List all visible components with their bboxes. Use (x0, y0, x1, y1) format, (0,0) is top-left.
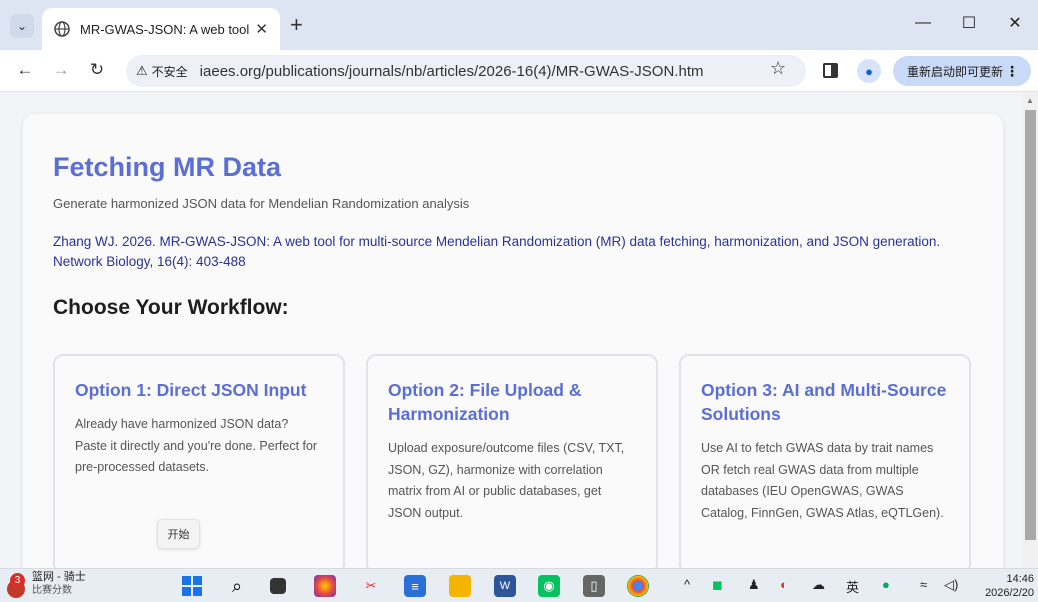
tray-app-icon[interactable]: ◐ (780, 577, 788, 592)
snipping-tool-icon[interactable]: ✂ (360, 575, 382, 597)
ime-indicator[interactable]: 英 (846, 577, 859, 596)
warning-triangle-icon: ⚠ (136, 63, 148, 78)
tab-title: MR-GWAS-JSON: A web tool for multi-sourc… (80, 21, 252, 37)
windows-taskbar: 3 篮网 - 骑士 比赛分数 ⌕ ✂ ≡ W ◉ ▯ ^ ◼ ♟ ◐ ☁ 英 ●… (0, 568, 1038, 602)
security-label: 不安全 (151, 64, 188, 79)
reload-icon[interactable]: ↻ (86, 60, 108, 80)
citation-text: Zhang WJ. 2026. MR-GWAS-JSON: A web tool… (53, 234, 941, 269)
option-title: Option 2: File Upload & Harmonization (388, 380, 582, 424)
menu-dots-icon[interactable]: ⋮ (1005, 63, 1019, 80)
widget-text: 篮网 - 骑士 比赛分数 (32, 571, 86, 597)
file-explorer-icon[interactable] (449, 575, 471, 597)
widget-icon: 3 (6, 571, 28, 599)
page-title: Fetching MR Data (53, 152, 282, 182)
update-button[interactable]: 重新启动即可更新 ⋮ (893, 56, 1031, 86)
page-viewport: Fetching MR Data Generate harmonized JSO… (0, 92, 1022, 568)
option-title: Option 1: Direct JSON Input (75, 380, 307, 400)
scroll-up-arrow-icon[interactable]: ▲ (1026, 96, 1034, 105)
forward-arrow-icon[interactable]: → (50, 60, 72, 80)
notepad-icon[interactable]: ≡ (404, 575, 426, 597)
word-icon[interactable]: W (494, 575, 516, 597)
chrome-icon[interactable] (627, 575, 649, 597)
widget-subtitle: 比赛分数 (32, 585, 72, 596)
wechat-icon[interactable]: ◉ (538, 575, 560, 597)
option-card-file-upload[interactable]: Option 2: File Upload & Harmonization Up… (366, 354, 658, 568)
page-subtitle: Generate harmonized JSON data for Mendel… (53, 196, 470, 211)
task-view-icon[interactable] (270, 578, 286, 594)
start-menu-icon[interactable] (181, 575, 203, 597)
news-widget[interactable]: 3 篮网 - 骑士 比赛分数 (6, 571, 86, 599)
maximize-icon[interactable]: ☐ (946, 0, 992, 46)
clock-date: 2026/2/20 (985, 587, 1034, 599)
start-tooltip: 开始 (157, 519, 200, 549)
url-text[interactable]: iaees.org/publications/journals/nb/artic… (200, 63, 704, 80)
tray-qq-icon[interactable]: ♟ (748, 577, 760, 593)
tray-wechat-icon[interactable]: ◼ (712, 577, 723, 593)
workflow-heading: Choose Your Workflow: (53, 296, 289, 319)
back-arrow-icon[interactable]: ← (14, 60, 36, 80)
window-controls: — ☐ ✕ (900, 0, 1038, 40)
app-phone-icon[interactable]: ▯ (583, 575, 605, 597)
globe-icon (54, 21, 70, 37)
tray-cloud-icon[interactable]: ☁ (812, 577, 825, 593)
side-panel-icon[interactable] (823, 63, 838, 78)
tray-green-icon[interactable]: ● (882, 577, 890, 592)
tab-close-icon[interactable]: ✕ (255, 20, 268, 38)
new-tab-plus-icon[interactable]: + (290, 14, 303, 36)
bookmark-star-icon[interactable]: ☆ (770, 58, 786, 79)
scrollbar-thumb[interactable] (1025, 110, 1036, 540)
volume-icon[interactable]: ◁) (944, 577, 958, 593)
option-card-ai-multi-source[interactable]: Option 3: AI and Multi-Source Solutions … (679, 354, 971, 568)
page-scrollbar[interactable]: ▲ (1022, 92, 1038, 568)
notification-badge: 3 (10, 573, 25, 588)
minimize-icon[interactable]: — (900, 0, 946, 46)
main-card: Fetching MR Data Generate harmonized JSO… (23, 114, 1003, 568)
widget-title: 篮网 - 骑士 (32, 571, 86, 583)
option-title: Option 3: AI and Multi-Source Solutions (701, 380, 947, 424)
search-icon[interactable]: ⌕ (226, 575, 248, 597)
tab-strip: ⌄ MR-GWAS-JSON: A web tool for multi-sou… (0, 0, 1038, 50)
tab-active[interactable]: MR-GWAS-JSON: A web tool for multi-sourc… (42, 8, 280, 50)
app-colorful-icon[interactable] (314, 575, 336, 597)
security-indicator[interactable]: ⚠ 不安全 (136, 63, 188, 80)
close-window-icon[interactable]: ✕ (992, 0, 1038, 46)
tray-expand-icon[interactable]: ^ (684, 577, 690, 592)
browser-toolbar: ← → ↻ ⚠ 不安全 iaees.org/publications/journ… (0, 50, 1038, 92)
option-description: Already have harmonized JSON data? Paste… (75, 417, 318, 474)
option-description: Use AI to fetch GWAS data by trait names… (701, 441, 944, 520)
wifi-icon[interactable]: ≈ (920, 577, 927, 592)
option-description: Upload exposure/outcome files (CSV, TXT,… (388, 441, 625, 520)
address-bar[interactable]: ⚠ 不安全 iaees.org/publications/journals/nb… (126, 55, 806, 87)
tab-search-chevron-icon[interactable]: ⌄ (10, 14, 34, 38)
profile-avatar-icon[interactable]: ● (857, 59, 881, 83)
update-label: 重新启动即可更新 (907, 64, 1004, 79)
system-clock[interactable]: 14:46 2026/2/20 (985, 572, 1034, 600)
clock-time: 14:46 (1006, 573, 1034, 585)
